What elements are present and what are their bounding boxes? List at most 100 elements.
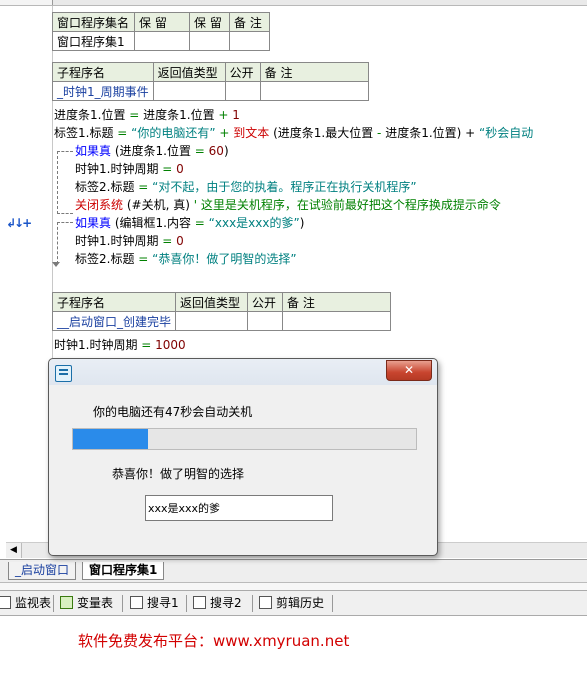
code-line[interactable]: 关闭系统 (#关机, 真) ' 这里是关机程序，在试验前最好把这个程序换成提示命… bbox=[75, 196, 501, 214]
code-token: = bbox=[113, 126, 132, 140]
code-token: “xxx是xxx的爹” bbox=[208, 216, 300, 230]
code-token: ) bbox=[223, 144, 229, 158]
flow-line bbox=[57, 222, 73, 223]
table-cell[interactable] bbox=[247, 311, 284, 331]
table-cell[interactable] bbox=[259, 81, 369, 101]
code-token: = bbox=[190, 144, 209, 158]
code-token: 0 bbox=[176, 162, 184, 176]
code-token: 60 bbox=[208, 144, 224, 158]
table-cell[interactable] bbox=[282, 311, 392, 331]
tab-label: 剪辑历史 bbox=[276, 596, 325, 610]
code-token: = bbox=[158, 234, 177, 248]
code-token: 如果真 bbox=[75, 216, 112, 230]
header-cell: 子程序名 bbox=[52, 62, 154, 82]
dialog-body: 你的电脑还有47秒会自动关机 恭喜你！做了明智的选择 xxx是xxx的爹 bbox=[57, 385, 427, 545]
flow-line bbox=[57, 151, 73, 152]
code-token: 时钟1.时钟周期 bbox=[75, 234, 159, 248]
code-line[interactable]: 标签2.标题 = “恭喜你！做了明智的选择” bbox=[75, 250, 297, 268]
clipboard-icon bbox=[259, 596, 272, 609]
code-line[interactable]: 如果真 (编辑框1.内容 = “xxx是xxx的爹”) bbox=[75, 214, 304, 232]
header-cell: 返回值类型 bbox=[175, 292, 249, 312]
code-token: = bbox=[134, 180, 153, 194]
code-token: + bbox=[214, 108, 233, 122]
tab-label: 监视表 bbox=[15, 596, 52, 610]
code-token: “你的电脑还有” bbox=[131, 126, 216, 140]
document-tabs: _启动窗口 窗口程序集1 bbox=[0, 559, 587, 582]
flow-line bbox=[57, 213, 73, 214]
subroutine-name[interactable]: _时钟1_周期事件 bbox=[52, 81, 154, 101]
dialog-titlebar[interactable]: ✕ bbox=[49, 359, 437, 385]
bottom-tool-tabs: 监视表 变量表 搜寻1 搜寻2 剪辑历史 bbox=[0, 590, 587, 616]
tab-assembly-1[interactable]: 窗口程序集1 bbox=[82, 562, 165, 580]
subroutine-table-2: 子程序名 返回值类型 公开 备 注 __启动窗口_创建完毕 bbox=[51, 292, 392, 331]
table-cell[interactable] bbox=[134, 31, 190, 51]
code-token: = bbox=[137, 338, 156, 352]
watch-icon bbox=[0, 596, 11, 609]
tab-clip-history[interactable]: 剪辑历史 bbox=[257, 594, 328, 612]
code-line[interactable]: 时钟1.时钟周期 = 0 bbox=[75, 232, 184, 250]
code-token: 标签2.标题 bbox=[75, 252, 135, 266]
table-cell[interactable]: 窗口程序集1 bbox=[52, 31, 135, 51]
table-cell[interactable] bbox=[152, 81, 226, 101]
tab-watch[interactable]: 监视表 bbox=[0, 594, 55, 612]
table-cell[interactable] bbox=[175, 311, 249, 331]
search-icon bbox=[130, 596, 143, 609]
header-cell: 公开 bbox=[247, 292, 284, 312]
code-token: 进度条1.位置 bbox=[54, 108, 126, 122]
tab-label: 搜寻2 bbox=[210, 596, 242, 610]
header-cell: 保 留 bbox=[134, 12, 190, 32]
header-cell: 保 留 bbox=[189, 12, 230, 32]
countdown-label: 你的电脑还有47秒会自动关机 bbox=[93, 405, 253, 419]
tab-label: 变量表 bbox=[77, 596, 114, 610]
code-token: 关闭系统 bbox=[75, 198, 124, 212]
app-icon bbox=[55, 365, 72, 382]
tab-label: 搜寻1 bbox=[147, 596, 179, 610]
code-token: 时钟1.时钟周期 bbox=[75, 162, 159, 176]
search-icon bbox=[193, 596, 206, 609]
flow-line bbox=[57, 151, 58, 214]
code-token: = bbox=[125, 108, 144, 122]
close-button[interactable]: ✕ bbox=[386, 360, 432, 381]
header-cell: 子程序名 bbox=[51, 292, 177, 312]
message-label: 恭喜你！做了明智的选择 bbox=[112, 467, 245, 481]
code-token: “对不起，由于您的执着。程序正在执行关机程序” bbox=[152, 180, 417, 194]
code-token: 如果真 bbox=[75, 144, 112, 158]
table-cell[interactable] bbox=[229, 31, 270, 51]
variables-icon bbox=[60, 596, 73, 609]
subroutine-name[interactable]: __启动窗口_创建完毕 bbox=[51, 311, 177, 331]
progress-fill bbox=[73, 429, 149, 449]
code-line[interactable]: 标签2.标题 = “对不起，由于您的执着。程序正在执行关机程序” bbox=[75, 178, 417, 196]
table-cell[interactable] bbox=[224, 81, 261, 101]
code-token: = bbox=[134, 252, 153, 266]
top-tab[interactable] bbox=[0, 0, 53, 5]
code-token: 1 bbox=[232, 108, 240, 122]
code-token: (编辑框1.内容 bbox=[111, 216, 191, 230]
header-cell: 备 注 bbox=[259, 62, 369, 82]
header-cell: 备 注 bbox=[229, 12, 270, 32]
code-token: = bbox=[158, 162, 177, 176]
code-token: 0 bbox=[176, 234, 184, 248]
code-token: ) bbox=[299, 216, 305, 230]
scroll-left-icon[interactable]: ◀ bbox=[6, 543, 22, 558]
flow-arrow-icon bbox=[52, 262, 60, 267]
code-token: + bbox=[215, 126, 234, 140]
tab-variables[interactable]: 变量表 bbox=[58, 594, 117, 612]
tab-startup-window[interactable]: _启动窗口 bbox=[8, 562, 77, 580]
code-line[interactable]: 标签1.标题 = “你的电脑还有” + 到文本 (进度条1.最大位置 - 进度条… bbox=[54, 124, 533, 142]
header-cell: 备 注 bbox=[282, 292, 392, 312]
flow-marker-icon[interactable]: ↲↓+ bbox=[6, 216, 32, 230]
tab-search-2[interactable]: 搜寻2 bbox=[191, 594, 246, 612]
code-token: ) + bbox=[456, 126, 480, 140]
code-line[interactable]: 如果真 (进度条1.位置 = 60) bbox=[75, 142, 229, 160]
code-line[interactable]: 时钟1.时钟周期 = 0 bbox=[75, 160, 184, 178]
answer-input[interactable]: xxx是xxx的爹 bbox=[145, 495, 333, 521]
code-token: “秒会自动 bbox=[479, 126, 534, 140]
code-line[interactable]: 时钟1.时钟周期 = 1000 bbox=[54, 336, 186, 354]
code-line[interactable]: 进度条1.位置 = 进度条1.位置 + 1 bbox=[54, 106, 240, 124]
progress-bar bbox=[72, 428, 417, 450]
table-cell[interactable] bbox=[189, 31, 230, 51]
flow-line bbox=[57, 222, 58, 264]
code-token: (进度条1.位置 bbox=[111, 144, 191, 158]
header-cell: 返回值类型 bbox=[152, 62, 226, 82]
tab-search-1[interactable]: 搜寻1 bbox=[128, 594, 183, 612]
